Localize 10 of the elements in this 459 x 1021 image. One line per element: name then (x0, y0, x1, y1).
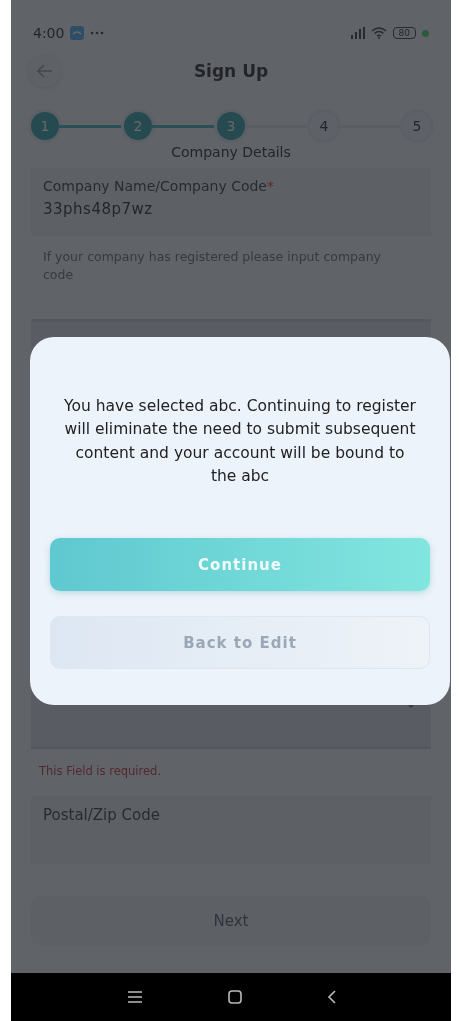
dialog-message: You have selected abc. Continuing to register will eliminate the need to submit subsequent content and your account will be bound to the abc (63, 396, 417, 487)
step-title: Company Details (170, 144, 292, 160)
continue-button[interactable]: Continue (50, 538, 430, 591)
menu-icon[interactable] (126, 990, 143, 1004)
back-icon[interactable] (326, 990, 336, 1004)
status-time: 4:00 (33, 25, 65, 41)
error-message: This Field is required. (38, 764, 163, 778)
page-title: Sign Up (193, 61, 269, 81)
home-icon[interactable] (227, 990, 242, 1004)
back-to-edit-button[interactable]: Back to Edit (50, 616, 430, 669)
